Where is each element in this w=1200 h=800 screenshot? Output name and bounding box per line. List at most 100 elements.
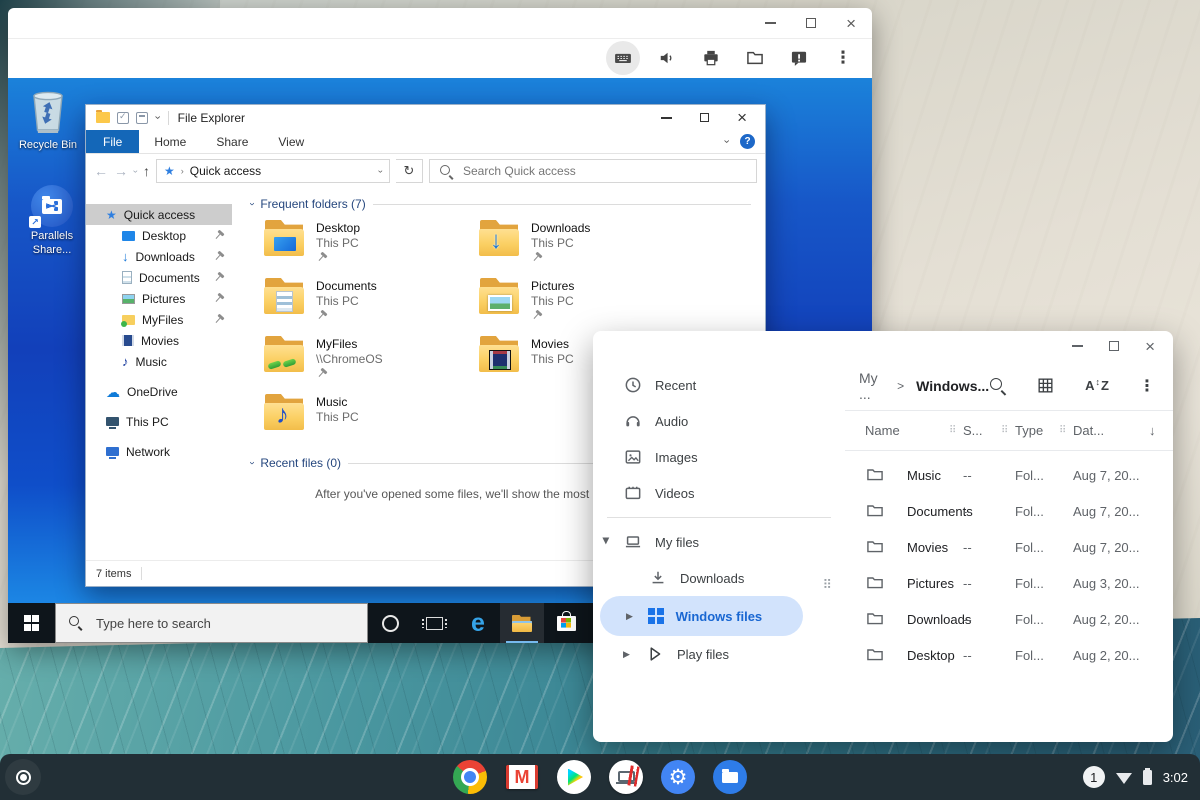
launcher-button[interactable] [5,759,41,795]
taskbar-search-box[interactable] [55,603,368,643]
nav-item-audio[interactable]: Audio [593,403,845,439]
tab-home[interactable]: Home [139,130,201,153]
address-box[interactable]: › Quick access › [156,159,390,183]
desktop-icon-parallels-share[interactable]: ↗ Parallels Share... [20,185,84,258]
sidebar-resize-handle[interactable]: ⠿ [822,577,831,593]
nav-item-images[interactable]: Images [593,439,845,475]
nav-item-recent[interactable]: Recent [593,367,845,403]
column-header-size[interactable]: S... [963,423,1001,438]
shared-folder-icon[interactable] [738,41,772,75]
expand-caret-icon[interactable]: ▶ [601,537,612,547]
expand-caret-icon[interactable]: ▶ [623,649,633,660]
column-resize-handle[interactable]: ⠿ [1001,425,1015,436]
nav-item-downloads[interactable]: Downloads [593,560,845,596]
sidebar-item-documents[interactable]: Documents [86,267,232,288]
table-row-music[interactable]: Music --⠿ Fol...⠿ Aug 7, 20... [845,457,1173,493]
collapse-chevron-icon[interactable]: › [247,461,258,464]
keyboard-icon[interactable] [606,41,640,75]
folder-tile-music[interactable]: MusicThis PC [264,394,479,442]
shelf-app-parallels[interactable] [607,758,645,796]
sidebar-item-onedrive[interactable]: OneDrive [86,381,232,402]
shelf-app-gmail[interactable] [503,758,541,796]
up-icon[interactable]: ↑ [143,163,150,179]
sidebar-item-desktop[interactable]: Desktop [86,225,232,246]
sidebar-item-downloads[interactable]: Downloads [86,246,232,267]
explorer-maximize-button[interactable] [700,113,710,122]
table-row-pictures[interactable]: Pictures --⠿ Fol...⠿ Aug 3, 20... [845,565,1173,601]
help-icon[interactable] [740,134,755,149]
folder-tile-documents[interactable]: Documents This PC [264,278,479,326]
more-options-icon[interactable] [1139,376,1155,396]
column-resize-handle[interactable]: ⠿ [949,425,963,436]
qat-customize-icon[interactable]: › [151,116,163,120]
back-icon[interactable]: ← [94,163,108,179]
vm-menu-icon[interactable]: ⋮ [826,41,860,75]
vm-minimize-button[interactable] [765,22,777,24]
qat-new-folder-icon[interactable] [136,111,148,124]
nav-item-videos[interactable]: Videos [593,475,845,511]
folder-tile-downloads[interactable]: DownloadsThis PC [479,220,694,268]
shelf-app-settings[interactable] [659,758,697,796]
tab-file[interactable]: File [86,130,140,153]
address-location[interactable]: Quick access [190,164,261,178]
table-row-movies[interactable]: Movies --⠿ Fol...⠿ Aug 7, 20... [845,529,1173,565]
cortana-button[interactable] [368,603,412,643]
report-problem-icon[interactable] [782,41,816,75]
edge-button[interactable] [456,603,500,643]
sidebar-item-music[interactable]: Music [86,351,232,372]
nav-item-play-files[interactable]: ▶ Play files [593,636,845,672]
folder-tile-myfiles[interactable]: MyFiles \\ChromeOS [264,336,479,384]
collapse-chevron-icon[interactable]: › [247,202,258,205]
column-resize-handle[interactable]: ⠿ [1059,425,1073,436]
qat-properties-icon[interactable] [117,111,129,124]
volume-icon[interactable] [650,41,684,75]
expand-caret-icon[interactable]: ▶ [626,611,636,622]
sort-az-icon[interactable]: A ↕ Z [1085,377,1109,394]
files-maximize-button[interactable] [1109,341,1120,351]
vm-maximize-button[interactable] [806,18,817,28]
task-view-button[interactable] [412,603,456,643]
print-icon[interactable] [694,41,728,75]
column-header-name[interactable]: Name [865,423,949,438]
files-minimize-button[interactable] [1072,345,1084,347]
start-button[interactable] [8,603,55,643]
tab-view[interactable]: View [263,130,319,153]
explorer-close-button[interactable]: × [737,109,747,126]
explorer-minimize-button[interactable] [661,116,673,119]
tab-share[interactable]: Share [201,130,263,153]
table-row-downloads[interactable]: Downloads --⠿ Fol...⠿ Aug 2, 20... [845,601,1173,637]
sidebar-item-pictures[interactable]: Pictures [86,288,232,309]
breadcrumb-current[interactable]: Windows... [916,378,989,394]
nav-item-my-files[interactable]: ▶ My files [593,524,845,560]
sidebar-item-movies[interactable]: Movies [86,330,232,351]
table-row-documents[interactable]: Documents --⠿ Fol...⠿ Aug 7, 20... [845,493,1173,529]
store-button[interactable] [544,603,588,643]
vm-close-button[interactable]: × [846,15,856,32]
files-close-button[interactable]: × [1145,338,1155,355]
sidebar-item-network[interactable]: Network [86,441,232,462]
explorer-search-box[interactable] [429,159,757,183]
address-dropdown-icon[interactable]: › [376,170,386,173]
forward-icon[interactable]: → [114,163,128,179]
grid-view-icon[interactable] [1036,376,1055,395]
column-header-date[interactable]: Dat... [1073,423,1149,438]
status-tray[interactable]: 1 3:02 [1082,754,1188,800]
desktop-icon-recycle-bin[interactable]: Recycle Bin [16,86,80,153]
nav-item-windows-files[interactable]: ▶ Windows files [600,596,803,636]
explorer-search-input[interactable] [461,163,747,179]
column-header-type[interactable]: Type [1015,423,1059,438]
shelf-app-files[interactable] [711,758,749,796]
folder-tile-pictures[interactable]: Pictures This PC [479,278,694,326]
search-icon[interactable] [989,377,1006,394]
sidebar-item-quick-access[interactable]: Quick access [86,204,232,225]
sidebar-item-this-pc[interactable]: This PC [86,411,232,432]
table-row-desktop[interactable]: Desktop --⠿ Fol...⠿ Aug 2, 20... [845,637,1173,673]
refresh-icon[interactable] [396,159,423,183]
folder-tile-desktop[interactable]: Desktop This PC [264,220,479,268]
shelf-app-chrome[interactable] [451,758,489,796]
file-explorer-button[interactable] [500,603,544,643]
history-dropdown-icon[interactable]: › [131,170,141,173]
breadcrumb-parent[interactable]: My ... [859,370,885,402]
shelf-app-play-store[interactable] [555,758,593,796]
sidebar-item-myfiles[interactable]: MyFiles [86,309,232,330]
